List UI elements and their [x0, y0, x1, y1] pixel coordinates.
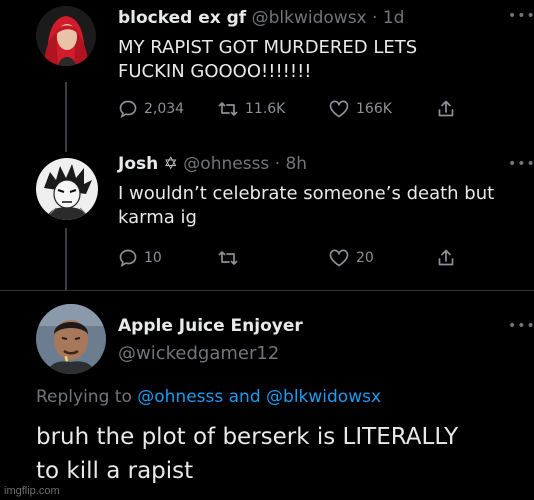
display-name[interactable]: Josh [118, 154, 158, 174]
tweet-text-line: I wouldn’t celebrate someone’s death but [118, 183, 495, 204]
tweet-1[interactable]: blocked ex gf @blkwidowsx · 1d ••• MY RA… [0, 0, 534, 150]
action-bar: 2,034 11.6K 166K [118, 99, 478, 121]
heart-icon [328, 248, 350, 268]
tweet-2[interactable]: Josh ✡ @ohnesss · 8h ••• I wouldn’t cele… [0, 150, 534, 290]
tweet-text: bruh the plot of berserk is LITERALLY to… [36, 420, 526, 488]
share-icon [436, 248, 456, 268]
heart-icon [328, 99, 350, 119]
display-name[interactable]: Apple Juice Enjoyer [118, 316, 303, 336]
reply-button[interactable]: 2,034 [118, 99, 184, 119]
timestamp[interactable]: · 1d [372, 8, 404, 28]
share-button[interactable] [436, 248, 456, 268]
action-bar: 10 20 [118, 248, 478, 270]
more-options-icon[interactable]: ••• [508, 8, 534, 24]
tweet-header: blocked ex gf @blkwidowsx · 1d [118, 8, 404, 28]
like-button[interactable]: 166K [328, 99, 392, 119]
retweet-button[interactable] [217, 248, 245, 268]
retweet-icon [217, 248, 239, 268]
watermark: imgflip.com [4, 485, 60, 497]
replying-to-label: Replying to [36, 387, 138, 407]
username[interactable]: @wickedgamer12 [118, 343, 279, 364]
retweet-icon [217, 99, 239, 119]
share-icon [436, 99, 456, 119]
retweet-count: 11.6K [245, 101, 286, 117]
tweet-text-line: to kill a rapist [36, 458, 194, 484]
timestamp[interactable]: · 8h [275, 154, 307, 174]
more-options-icon[interactable]: ••• [508, 156, 534, 172]
tweet-text-line: MY RAPIST GOT MURDERED LETS [118, 37, 418, 58]
reply-button[interactable]: 10 [118, 248, 162, 268]
tweet-header: Apple Juice Enjoyer [118, 316, 303, 336]
retweet-button[interactable]: 11.6K [217, 99, 285, 119]
avatar[interactable] [36, 304, 106, 374]
tweet-text-line: karma ig [118, 207, 197, 228]
username[interactable]: @blkwidowsx [252, 8, 367, 28]
tweet-header: @wickedgamer12 [118, 343, 279, 364]
reply-count: 10 [144, 250, 162, 266]
tweet-text: MY RAPIST GOT MURDERED LETS FUCKIN GOOOO… [118, 36, 417, 84]
tweet-text-line: bruh the plot of berserk is LITERALLY [36, 424, 459, 450]
replying-to-conjunction: and [223, 387, 267, 407]
more-options-icon[interactable]: ••• [508, 318, 534, 334]
username[interactable]: @ohnesss [183, 154, 269, 174]
display-name[interactable]: blocked ex gf [118, 8, 246, 28]
mention-link[interactable]: @blkwidowsx [266, 387, 381, 407]
avatar[interactable] [36, 6, 96, 66]
share-button[interactable] [436, 99, 456, 119]
like-button[interactable]: 20 [328, 248, 374, 268]
avatar[interactable] [36, 158, 98, 220]
tweet-text-line: FUCKIN GOOOO!!!!!!! [118, 61, 312, 82]
mention-link[interactable]: @ohnesss [137, 387, 223, 407]
badge-icon: ✡ [163, 154, 178, 174]
tweet-text: I wouldn’t celebrate someone’s death but… [118, 182, 494, 230]
reply-icon [118, 99, 138, 119]
reply-icon [118, 248, 138, 268]
tweet-header: Josh ✡ @ohnesss · 8h [118, 154, 307, 174]
replying-to-line: Replying to @ohnesss and @blkwidowsx [36, 387, 381, 407]
like-count: 20 [356, 250, 374, 266]
reply-count: 2,034 [144, 101, 185, 117]
like-count: 166K [356, 101, 392, 117]
